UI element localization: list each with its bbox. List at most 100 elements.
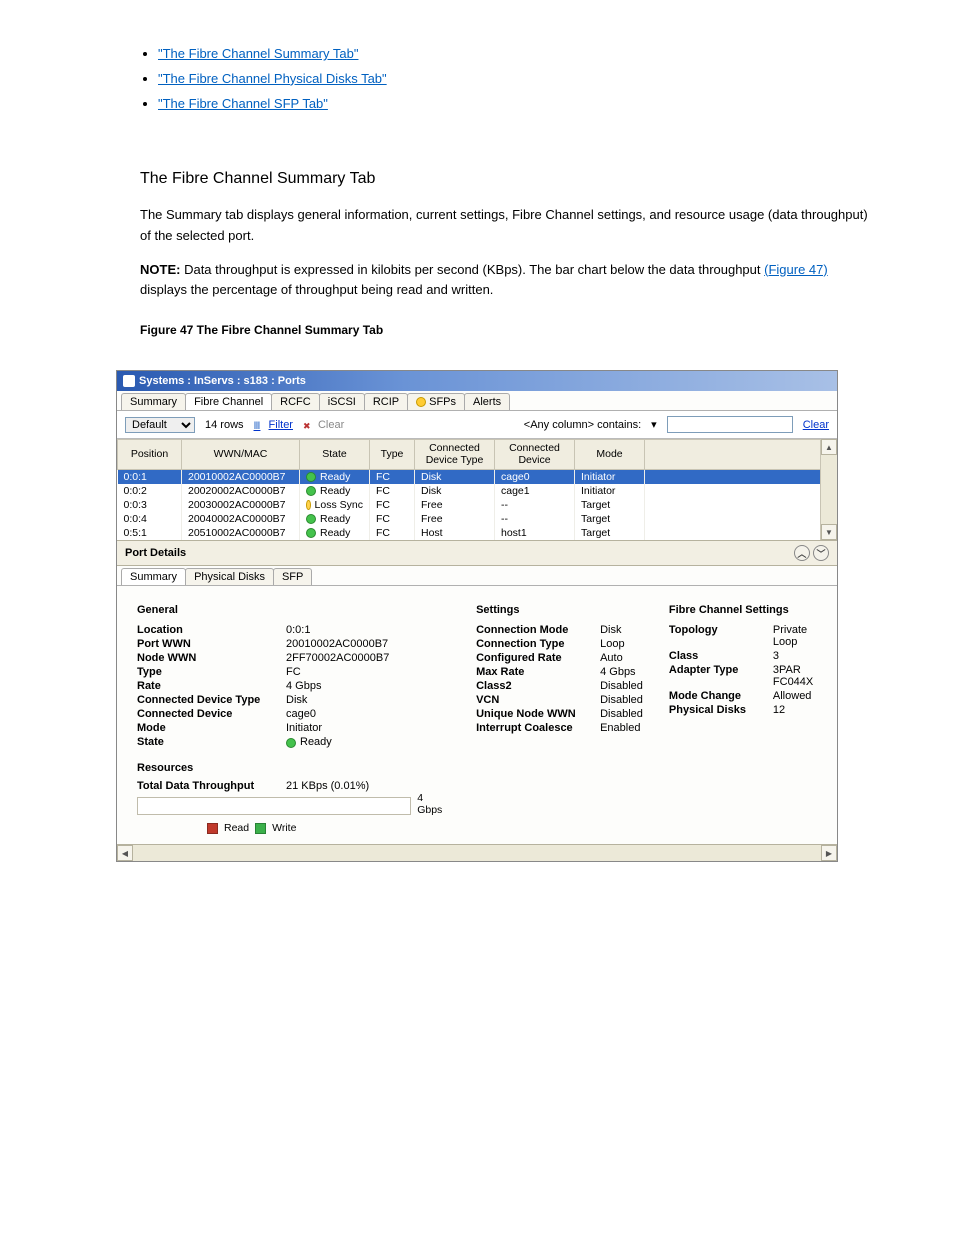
cell: 20010002AC0000B7 [182, 470, 300, 485]
column-header[interactable]: Type [370, 440, 415, 470]
detail-tabs: SummaryPhysical DisksSFP [117, 566, 837, 586]
detail-tab-sfp[interactable]: SFP [273, 568, 312, 585]
window-title: Systems : InServs : s183 : Ports [139, 375, 306, 387]
cell: Initiator [575, 470, 645, 485]
kv-key: Class2 [476, 680, 586, 692]
tab-iscsi[interactable]: iSCSI [319, 393, 365, 410]
doc-context: "The Fibre Channel Summary Tab" "The Fib… [0, 0, 954, 360]
kv-value: Allowed [773, 690, 823, 702]
search-input[interactable] [667, 416, 793, 433]
cell: Free [415, 498, 495, 512]
cell: Target [575, 526, 645, 540]
tab-summary[interactable]: Summary [121, 393, 186, 410]
kv-value: 3PAR FC044X [773, 664, 823, 688]
cell [645, 512, 837, 526]
clear-search-button[interactable]: Clear [803, 419, 829, 431]
read-label: Read [224, 822, 249, 834]
tab-fibre-channel[interactable]: Fibre Channel [185, 393, 272, 410]
cell: Initiator [575, 484, 645, 498]
column-header[interactable]: Position [118, 440, 182, 470]
detail-tab-summary[interactable]: Summary [121, 568, 186, 585]
vertical-scrollbar[interactable]: ▲ ▼ [820, 439, 837, 540]
port-details-header: Port Details ︿ ﹀ [117, 540, 837, 566]
column-header[interactable]: Mode [575, 440, 645, 470]
app-icon [123, 375, 135, 387]
doc-link-physical-disks[interactable]: "The Fibre Channel Physical Disks Tab" [158, 71, 387, 86]
cell: 20510002AC0000B7 [182, 526, 300, 540]
column-header[interactable] [645, 440, 837, 470]
doc-figref-link[interactable]: (Figure 47) [764, 262, 828, 277]
scroll-right-button[interactable]: ▶ [821, 845, 837, 861]
tab-rcip[interactable]: RCIP [364, 393, 408, 410]
kv-key: Class [669, 650, 759, 662]
write-swatch-icon [255, 823, 266, 834]
cell: Disk [415, 470, 495, 485]
dropdown-arrow-icon[interactable]: ▾ [651, 418, 657, 431]
kv-key: Max Rate [476, 666, 586, 678]
cell: Target [575, 498, 645, 512]
kv-key: Adapter Type [669, 664, 759, 688]
table-row[interactable]: 0:0:220020002AC0000B7ReadyFCDiskcage1Ini… [118, 484, 837, 498]
state-text: Ready [320, 527, 350, 539]
cell: Free [415, 512, 495, 526]
cell: 0:5:1 [118, 526, 182, 540]
doc-link-summary[interactable]: "The Fibre Channel Summary Tab" [158, 46, 358, 61]
cell: cage1 [495, 484, 575, 498]
alert-dot-icon [416, 397, 426, 407]
settings-heading: Settings [476, 604, 643, 616]
cell: Host [415, 526, 495, 540]
tab-sfps[interactable]: SFPs [407, 393, 465, 410]
filter-row: Default 14 rows Filter Clear <Any column… [117, 411, 837, 439]
kv-value: 0:0:1 [286, 624, 450, 636]
scroll-down-button[interactable]: ▼ [821, 524, 837, 540]
cell [645, 484, 837, 498]
kv-value: Private Loop [773, 624, 823, 648]
collapse-icon[interactable]: ︿ [794, 545, 810, 561]
table-row[interactable]: 0:5:120510002AC0000B7ReadyFCHosthost1Tar… [118, 526, 837, 540]
tab-rcfc[interactable]: RCFC [271, 393, 320, 410]
table-row[interactable]: 0:0:420040002AC0000B7ReadyFCFree--Target [118, 512, 837, 526]
tab-label: Summary [130, 396, 177, 408]
column-header[interactable]: ConnectedDevice Type [415, 440, 495, 470]
doc-note-text: Data throughput is expressed in kilobits… [184, 262, 764, 277]
resources-heading: Resources [137, 762, 450, 774]
cell: cage0 [495, 470, 575, 485]
tab-alerts[interactable]: Alerts [464, 393, 510, 410]
filter-button[interactable]: Filter [254, 419, 293, 431]
scroll-left-button[interactable]: ◀ [117, 845, 133, 861]
doc-note-label: NOTE: [140, 262, 180, 277]
status-led-icon [306, 486, 316, 496]
kv-value: Disk [600, 624, 643, 636]
main-tabs: Summary Fibre Channel RCFCiSCSIRCIP SFPs Ale… [117, 391, 837, 411]
cell: FC [370, 484, 415, 498]
tab-label: Fibre Channel [194, 396, 263, 408]
expand-icon[interactable]: ﹀ [813, 545, 829, 561]
kv-key: Connection Mode [476, 624, 586, 636]
throughput-bar [137, 797, 411, 815]
search-label: <Any column> contains: [524, 419, 641, 431]
detail-tab-physical-disks[interactable]: Physical Disks [185, 568, 274, 585]
tab-label: Alerts [473, 396, 501, 408]
view-select[interactable]: Default [125, 417, 195, 433]
tab-label: SFPs [429, 396, 456, 408]
ports-table: PositionWWN/MACStateTypeConnectedDevice … [117, 439, 837, 540]
doc-link-sfp[interactable]: "The Fibre Channel SFP Tab" [158, 96, 328, 111]
kv-key: Location [137, 624, 272, 636]
column-header[interactable]: WWN/MAC [182, 440, 300, 470]
clear-filter-button[interactable]: Clear [303, 419, 344, 431]
table-row[interactable]: 0:0:120010002AC0000B7ReadyFCDiskcage0Ini… [118, 470, 837, 485]
cell: 0:0:1 [118, 470, 182, 485]
title-bar: Systems : InServs : s183 : Ports [117, 371, 837, 391]
clear-icon [303, 420, 315, 430]
horizontal-scrollbar[interactable]: ◀ ▶ [117, 844, 837, 861]
column-header[interactable]: State [300, 440, 370, 470]
doc-note-tail: displays the percentage of throughput be… [140, 282, 493, 297]
table-row[interactable]: 0:0:320030002AC0000B7Loss SyncFCFree--Ta… [118, 498, 837, 512]
kv-key: Rate [137, 680, 272, 692]
column-header[interactable]: ConnectedDevice [495, 440, 575, 470]
scroll-up-button[interactable]: ▲ [821, 439, 837, 455]
filter-icon [254, 420, 266, 430]
kv-value: Disabled [600, 694, 643, 706]
kv-key: Type [137, 666, 272, 678]
kv-key: Mode [137, 722, 272, 734]
